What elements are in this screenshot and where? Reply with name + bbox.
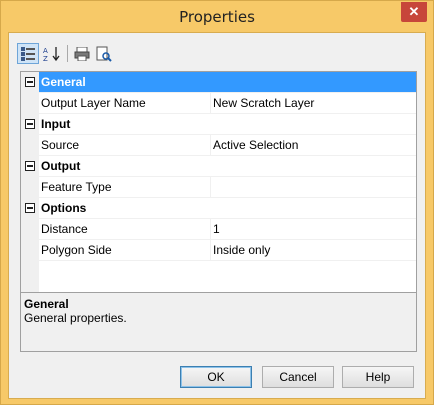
property-name: Source	[39, 135, 211, 156]
window-title: Properties	[179, 8, 255, 26]
property-value[interactable]: New Scratch Layer	[211, 93, 416, 114]
close-icon: ✕	[408, 4, 420, 19]
category-label: Input	[39, 114, 416, 135]
properties-dialog: Properties ✕ A Z General Output Layer Na…	[0, 0, 434, 405]
grid-empty-area	[21, 261, 416, 292]
alphabetical-sort-button[interactable]: A Z	[41, 43, 63, 64]
property-grid: General Output Layer Name New Scratch La…	[20, 71, 417, 293]
cancel-button[interactable]: Cancel	[262, 366, 334, 388]
property-row-output-layer-name[interactable]: Output Layer Name New Scratch Layer	[21, 93, 416, 114]
category-row-options[interactable]: Options	[21, 198, 416, 219]
property-name: Output Layer Name	[39, 93, 211, 114]
print-preview-button[interactable]	[93, 43, 115, 64]
category-row-input[interactable]: Input	[21, 114, 416, 135]
ok-button[interactable]: OK	[180, 366, 252, 388]
svg-text:Z: Z	[43, 55, 48, 62]
property-name: Polygon Side	[39, 240, 211, 261]
category-label: Output	[39, 156, 416, 177]
collapse-icon[interactable]	[25, 119, 35, 129]
title-bar[interactable]: Properties ✕	[1, 1, 433, 32]
print-button[interactable]	[71, 43, 93, 64]
sort-az-icon: A Z	[43, 46, 60, 62]
property-value[interactable]: 1	[211, 219, 416, 240]
collapse-icon[interactable]	[25, 161, 35, 171]
close-button[interactable]: ✕	[401, 2, 427, 22]
property-value[interactable]	[211, 177, 416, 198]
property-grid-toolbar: A Z	[17, 41, 217, 65]
categorized-view-button[interactable]	[17, 43, 39, 64]
property-row-source[interactable]: Source Active Selection	[21, 135, 416, 156]
property-row-distance[interactable]: Distance 1	[21, 219, 416, 240]
print-preview-icon	[96, 46, 112, 62]
svg-text:A: A	[43, 47, 48, 55]
collapse-icon[interactable]	[25, 203, 35, 213]
description-title: General	[24, 297, 69, 311]
help-button[interactable]: Help	[342, 366, 414, 388]
property-name: Feature Type	[39, 177, 211, 198]
property-row-feature-type[interactable]: Feature Type	[21, 177, 416, 198]
categorized-icon	[21, 46, 35, 61]
category-label: Options	[39, 198, 416, 219]
dialog-body: A Z General Output Layer Name New Scratc…	[8, 32, 426, 399]
description-panel: General General properties.	[20, 292, 417, 352]
property-value[interactable]: Inside only	[211, 240, 416, 261]
category-row-output[interactable]: Output	[21, 156, 416, 177]
print-icon	[74, 46, 90, 61]
property-row-polygon-side[interactable]: Polygon Side Inside only	[21, 240, 416, 261]
property-name: Distance	[39, 219, 211, 240]
collapse-icon[interactable]	[25, 77, 35, 87]
category-label: General	[39, 72, 416, 93]
property-value[interactable]: Active Selection	[211, 135, 416, 156]
description-text: General properties.	[24, 311, 127, 325]
category-row-general[interactable]: General	[21, 72, 416, 93]
